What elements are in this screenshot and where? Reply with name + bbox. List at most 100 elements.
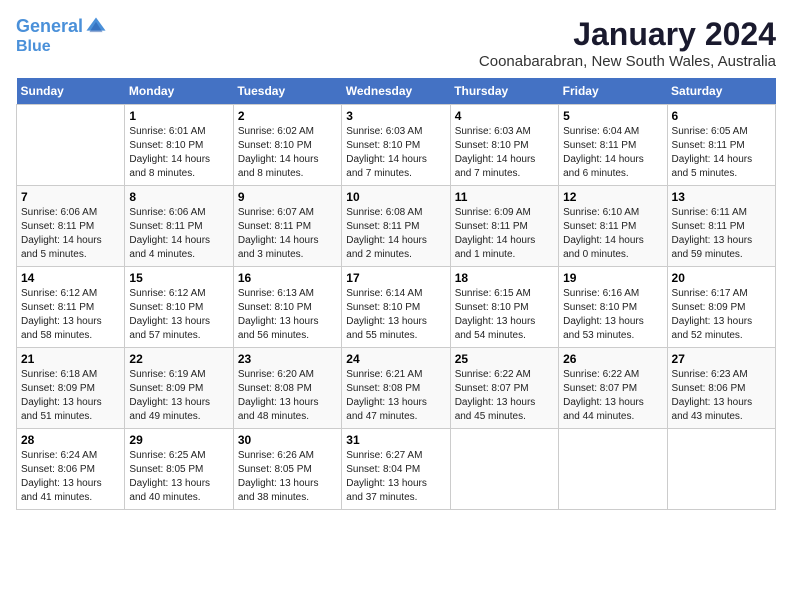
- calendar-header-row: Sunday Monday Tuesday Wednesday Thursday…: [17, 78, 776, 105]
- day-info: Sunrise: 6:08 AMSunset: 8:11 PMDaylight:…: [346, 206, 445, 262]
- calendar-cell: 6 Sunrise: 6:05 AMSunset: 8:11 PMDaylight…: [667, 105, 775, 186]
- day-number: 5: [563, 109, 662, 123]
- logo: General Blue: [16, 16, 107, 56]
- day-number: 15: [129, 271, 228, 285]
- day-number: 12: [563, 190, 662, 204]
- day-info: Sunrise: 6:04 AMSunset: 8:11 PMDaylight:…: [563, 125, 662, 181]
- calendar-cell: 20Sunrise: 6:17 AMSunset: 8:09 PMDayligh…: [667, 267, 775, 348]
- calendar-cell: 1Sunrise: 6:01 AMSunset: 8:10 PMDaylight…: [125, 105, 233, 186]
- day-info: Sunrise: 6:25 AMSunset: 8:05 PMDaylight:…: [129, 449, 228, 505]
- calendar-cell: 11 Sunrise: 6:09 AMSunset: 8:11 PMDayligh…: [450, 186, 558, 267]
- day-info: Sunrise: 6:26 AMSunset: 8:05 PMDaylight:…: [238, 449, 337, 505]
- day-info: Sunrise: 6:03 AMSunset: 8:10 PMDaylight:…: [346, 125, 445, 181]
- day-info: Sunrise: 6:09 AMSunset: 8:11 PMDaylight:…: [455, 206, 554, 262]
- calendar-cell: 30 Sunrise: 6:26 AMSunset: 8:05 PMDayligh…: [233, 429, 341, 510]
- day-number: 24: [346, 352, 445, 366]
- calendar-cell: 14 Sunrise: 6:12 AMSunset: 8:11 PMDayligh…: [17, 267, 125, 348]
- calendar-cell: 17 Sunrise: 6:14 AMSunset: 8:10 PMDayligh…: [342, 267, 450, 348]
- day-number: 9: [238, 190, 337, 204]
- day-number: 2: [238, 109, 337, 123]
- day-number: 14: [21, 271, 120, 285]
- day-info: Sunrise: 6:18 AMSunset: 8:09 PMDaylight:…: [21, 368, 120, 424]
- day-number: 20: [672, 271, 771, 285]
- day-info: Sunrise: 6:19 AMSunset: 8:09 PMDaylight:…: [129, 368, 228, 424]
- day-info: Sunrise: 6:11 AMSunset: 8:11 PMDaylight:…: [672, 206, 771, 262]
- calendar-cell: 31Sunrise: 6:27 AMSunset: 8:04 PMDayligh…: [342, 429, 450, 510]
- day-number: 7: [21, 190, 120, 204]
- day-info: Sunrise: 6:15 AMSunset: 8:10 PMDaylight:…: [455, 287, 554, 343]
- day-info: Sunrise: 6:02 AMSunset: 8:10 PMDaylight:…: [238, 125, 337, 181]
- day-number: 4: [455, 109, 554, 123]
- calendar-cell: 15 Sunrise: 6:12 AMSunset: 8:10 PMDayligh…: [125, 267, 233, 348]
- day-info: Sunrise: 6:22 AMSunset: 8:07 PMDaylight:…: [563, 368, 662, 424]
- calendar-cell: 10 Sunrise: 6:08 AMSunset: 8:11 PMDayligh…: [342, 186, 450, 267]
- calendar-cell: 13 Sunrise: 6:11 AMSunset: 8:11 PMDayligh…: [667, 186, 775, 267]
- day-number: 10: [346, 190, 445, 204]
- calendar-cell: 29 Sunrise: 6:25 AMSunset: 8:05 PMDayligh…: [125, 429, 233, 510]
- calendar-cell: [667, 429, 775, 510]
- col-monday: Monday: [125, 78, 233, 105]
- subtitle: Coonabarabran, New South Wales, Australi…: [479, 53, 776, 70]
- day-number: 13: [672, 190, 771, 204]
- day-info: Sunrise: 6:05 AMSunset: 8:11 PMDaylight:…: [672, 125, 771, 181]
- day-number: 18: [455, 271, 554, 285]
- main-title: January 2024: [479, 16, 776, 53]
- day-number: 11: [455, 190, 554, 204]
- calendar-cell: 7 Sunrise: 6:06 AMSunset: 8:11 PMDaylight…: [17, 186, 125, 267]
- day-number: 3: [346, 109, 445, 123]
- day-number: 23: [238, 352, 337, 366]
- day-number: 30: [238, 433, 337, 447]
- calendar-week-row: 14 Sunrise: 6:12 AMSunset: 8:11 PMDayligh…: [17, 267, 776, 348]
- calendar-cell: 8Sunrise: 6:06 AMSunset: 8:11 PMDaylight…: [125, 186, 233, 267]
- calendar-week-row: 7 Sunrise: 6:06 AMSunset: 8:11 PMDaylight…: [17, 186, 776, 267]
- page-header: General Blue January 2024 Coonabarabran,…: [16, 16, 776, 70]
- day-number: 6: [672, 109, 771, 123]
- day-info: Sunrise: 6:06 AMSunset: 8:11 PMDaylight:…: [21, 206, 120, 262]
- calendar-table: Sunday Monday Tuesday Wednesday Thursday…: [16, 78, 776, 510]
- logo-text: General: [16, 16, 107, 38]
- col-thursday: Thursday: [450, 78, 558, 105]
- day-info: Sunrise: 6:13 AMSunset: 8:10 PMDaylight:…: [238, 287, 337, 343]
- calendar-cell: 2 Sunrise: 6:02 AMSunset: 8:10 PMDaylight…: [233, 105, 341, 186]
- title-area: January 2024 Coonabarabran, New South Wa…: [479, 16, 776, 70]
- day-number: 26: [563, 352, 662, 366]
- calendar-cell: 25Sunrise: 6:22 AMSunset: 8:07 PMDayligh…: [450, 348, 558, 429]
- col-saturday: Saturday: [667, 78, 775, 105]
- calendar-cell: 24Sunrise: 6:21 AMSunset: 8:08 PMDayligh…: [342, 348, 450, 429]
- day-number: 17: [346, 271, 445, 285]
- day-info: Sunrise: 6:23 AMSunset: 8:06 PMDaylight:…: [672, 368, 771, 424]
- day-info: Sunrise: 6:06 AMSunset: 8:11 PMDaylight:…: [129, 206, 228, 262]
- col-sunday: Sunday: [17, 78, 125, 105]
- calendar-cell: 5 Sunrise: 6:04 AMSunset: 8:11 PMDaylight…: [559, 105, 667, 186]
- calendar-week-row: 1Sunrise: 6:01 AMSunset: 8:10 PMDaylight…: [17, 105, 776, 186]
- calendar-body: 1Sunrise: 6:01 AMSunset: 8:10 PMDaylight…: [17, 105, 776, 510]
- day-number: 29: [129, 433, 228, 447]
- day-number: 16: [238, 271, 337, 285]
- logo-line2: Blue: [16, 38, 107, 56]
- day-info: Sunrise: 6:12 AMSunset: 8:11 PMDaylight:…: [21, 287, 120, 343]
- calendar-cell: 26 Sunrise: 6:22 AMSunset: 8:07 PMDayligh…: [559, 348, 667, 429]
- day-number: 1: [129, 109, 228, 123]
- calendar-cell: 12 Sunrise: 6:10 AMSunset: 8:11 PMDayligh…: [559, 186, 667, 267]
- calendar-cell: 22Sunrise: 6:19 AMSunset: 8:09 PMDayligh…: [125, 348, 233, 429]
- day-info: Sunrise: 6:03 AMSunset: 8:10 PMDaylight:…: [455, 125, 554, 181]
- day-number: 19: [563, 271, 662, 285]
- calendar-cell: [559, 429, 667, 510]
- col-wednesday: Wednesday: [342, 78, 450, 105]
- day-info: Sunrise: 6:14 AMSunset: 8:10 PMDaylight:…: [346, 287, 445, 343]
- calendar-cell: [17, 105, 125, 186]
- calendar-cell: 4 Sunrise: 6:03 AMSunset: 8:10 PMDaylight…: [450, 105, 558, 186]
- day-number: 21: [21, 352, 120, 366]
- calendar-cell: 9Sunrise: 6:07 AMSunset: 8:11 PMDaylight…: [233, 186, 341, 267]
- calendar-cell: 27Sunrise: 6:23 AMSunset: 8:06 PMDayligh…: [667, 348, 775, 429]
- day-info: Sunrise: 6:10 AMSunset: 8:11 PMDaylight:…: [563, 206, 662, 262]
- day-info: Sunrise: 6:22 AMSunset: 8:07 PMDaylight:…: [455, 368, 554, 424]
- day-info: Sunrise: 6:16 AMSunset: 8:10 PMDaylight:…: [563, 287, 662, 343]
- day-info: Sunrise: 6:24 AMSunset: 8:06 PMDaylight:…: [21, 449, 120, 505]
- day-number: 28: [21, 433, 120, 447]
- day-info: Sunrise: 6:20 AMSunset: 8:08 PMDaylight:…: [238, 368, 337, 424]
- calendar-cell: 3 Sunrise: 6:03 AMSunset: 8:10 PMDaylight…: [342, 105, 450, 186]
- calendar-cell: 21 Sunrise: 6:18 AMSunset: 8:09 PMDayligh…: [17, 348, 125, 429]
- day-info: Sunrise: 6:27 AMSunset: 8:04 PMDaylight:…: [346, 449, 445, 505]
- day-info: Sunrise: 6:12 AMSunset: 8:10 PMDaylight:…: [129, 287, 228, 343]
